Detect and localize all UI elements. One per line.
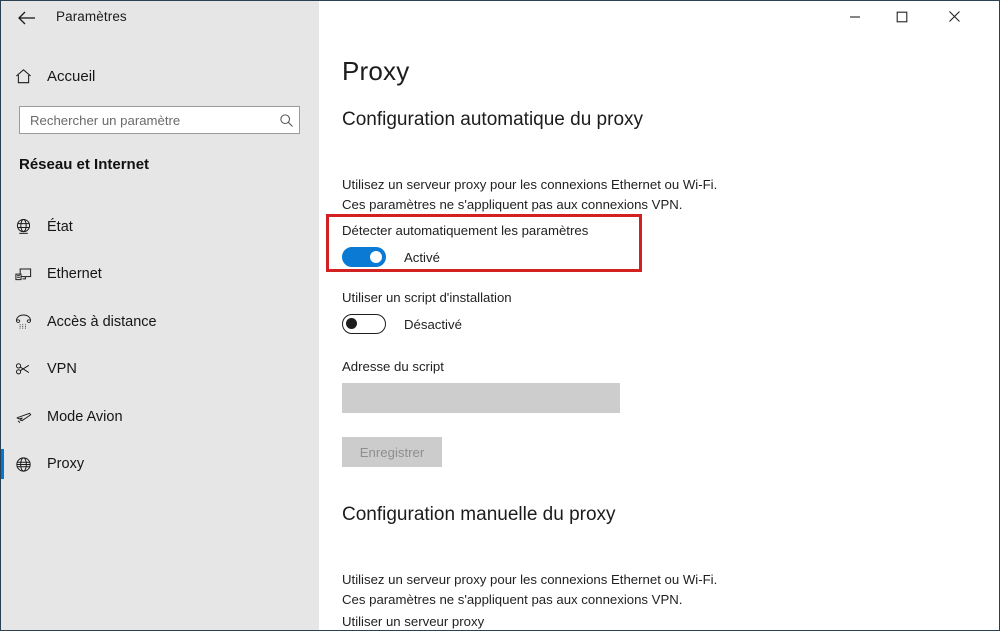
globe-status-icon (1, 217, 45, 236)
home-icon (1, 67, 45, 86)
auto-config-description-line2: Ces paramètres ne s'appliquent pas aux c… (342, 197, 683, 212)
sidebar-item-proxy-label: Proxy (47, 456, 85, 473)
manual-config-heading: Configuration manuelle du proxy (342, 504, 616, 525)
sidebar: Accueil Rechercher un paramètre Réseau e… (1, 35, 319, 630)
sidebar-item-ethernet[interactable]: Ethernet (1, 251, 319, 299)
selection-indicator (1, 259, 4, 289)
script-address-label: Adresse du script (342, 359, 444, 374)
title-bar: Paramètres (1, 1, 999, 35)
sidebar-item-mode-avion-label: Mode Avion (47, 408, 123, 425)
content-pane: Proxy Configuration automatique du proxy… (319, 35, 999, 630)
sidebar-item-mode-avion[interactable]: Mode Avion (1, 393, 319, 441)
selection-indicator (1, 401, 4, 431)
manual-config-description-line2: Ces paramètres ne s'appliquent pas aux c… (342, 592, 683, 607)
script-address-input[interactable] (342, 383, 620, 413)
manual-config-description-line1: Utilisez un serveur proxy pour les conne… (342, 572, 718, 587)
setup-script-toggle-row[interactable]: Désactivé (342, 314, 462, 334)
sidebar-item-acces-a-distance-label: Accès à distance (47, 313, 157, 330)
sidebar-category-title: Réseau et Internet (19, 156, 150, 173)
auto-config-description: Utilisez un serveur proxy pour les conne… (342, 175, 717, 215)
sidebar-item-proxy[interactable]: Proxy (1, 441, 319, 489)
minimize-button[interactable] (832, 1, 878, 32)
selection-indicator (1, 354, 4, 384)
window-title: Paramètres (56, 9, 127, 24)
auto-config-heading: Configuration automatique du proxy (342, 109, 644, 130)
ethernet-monitor-icon (1, 265, 45, 284)
manual-config-description: Utilisez un serveur proxy pour les conne… (342, 570, 717, 610)
toggle-knob (346, 318, 357, 329)
back-button[interactable] (9, 3, 45, 33)
auto-config-description-line1: Utilisez un serveur proxy pour les conne… (342, 177, 718, 192)
selection-indicator (1, 448, 4, 479)
sidebar-item-vpn-label: VPN (47, 361, 77, 378)
sidebar-item-etat[interactable]: État (1, 203, 319, 251)
sidebar-item-etat-label: État (47, 218, 73, 235)
selection-indicator (1, 211, 4, 241)
setup-script-state: Désactivé (404, 316, 462, 332)
setup-script-label: Utiliser un script d'installation (342, 290, 512, 305)
setup-script-toggle[interactable] (342, 314, 386, 334)
page-title: Proxy (342, 56, 410, 86)
title-bar-left-pane (1, 1, 319, 35)
sidebar-item-home[interactable]: Accueil (1, 57, 319, 95)
save-button[interactable]: Enregistrer (342, 437, 442, 467)
minimize-icon (850, 15, 860, 18)
search-icon[interactable] (273, 113, 299, 128)
vpn-key-icon (1, 360, 45, 379)
sidebar-item-acces-a-distance[interactable]: Accès à distance (1, 298, 319, 346)
highlight-annotation-box (326, 214, 642, 272)
use-proxy-server-label: Utiliser un serveur proxy (342, 614, 485, 629)
back-arrow-icon (18, 11, 35, 25)
search-input-placeholder: Rechercher un paramètre (30, 112, 181, 128)
close-button[interactable] (931, 1, 977, 32)
sidebar-item-home-label: Accueil (47, 67, 96, 85)
sidebar-item-ethernet-label: Ethernet (47, 266, 102, 283)
globe-proxy-icon (1, 455, 45, 474)
search-input[interactable]: Rechercher un paramètre (19, 106, 300, 134)
maximize-icon (896, 11, 908, 22)
dial-up-phone-icon (1, 312, 45, 331)
selection-indicator (1, 306, 4, 336)
settings-window: Paramètres Accueil Rechercher un paramèt… (0, 0, 1000, 631)
sidebar-item-vpn[interactable]: VPN (1, 346, 319, 394)
maximize-button[interactable] (879, 1, 925, 32)
airplane-icon (1, 407, 45, 426)
close-icon (948, 11, 960, 22)
sidebar-nav-list: État Ethernet Accès à distance VPN Mode … (1, 203, 319, 488)
